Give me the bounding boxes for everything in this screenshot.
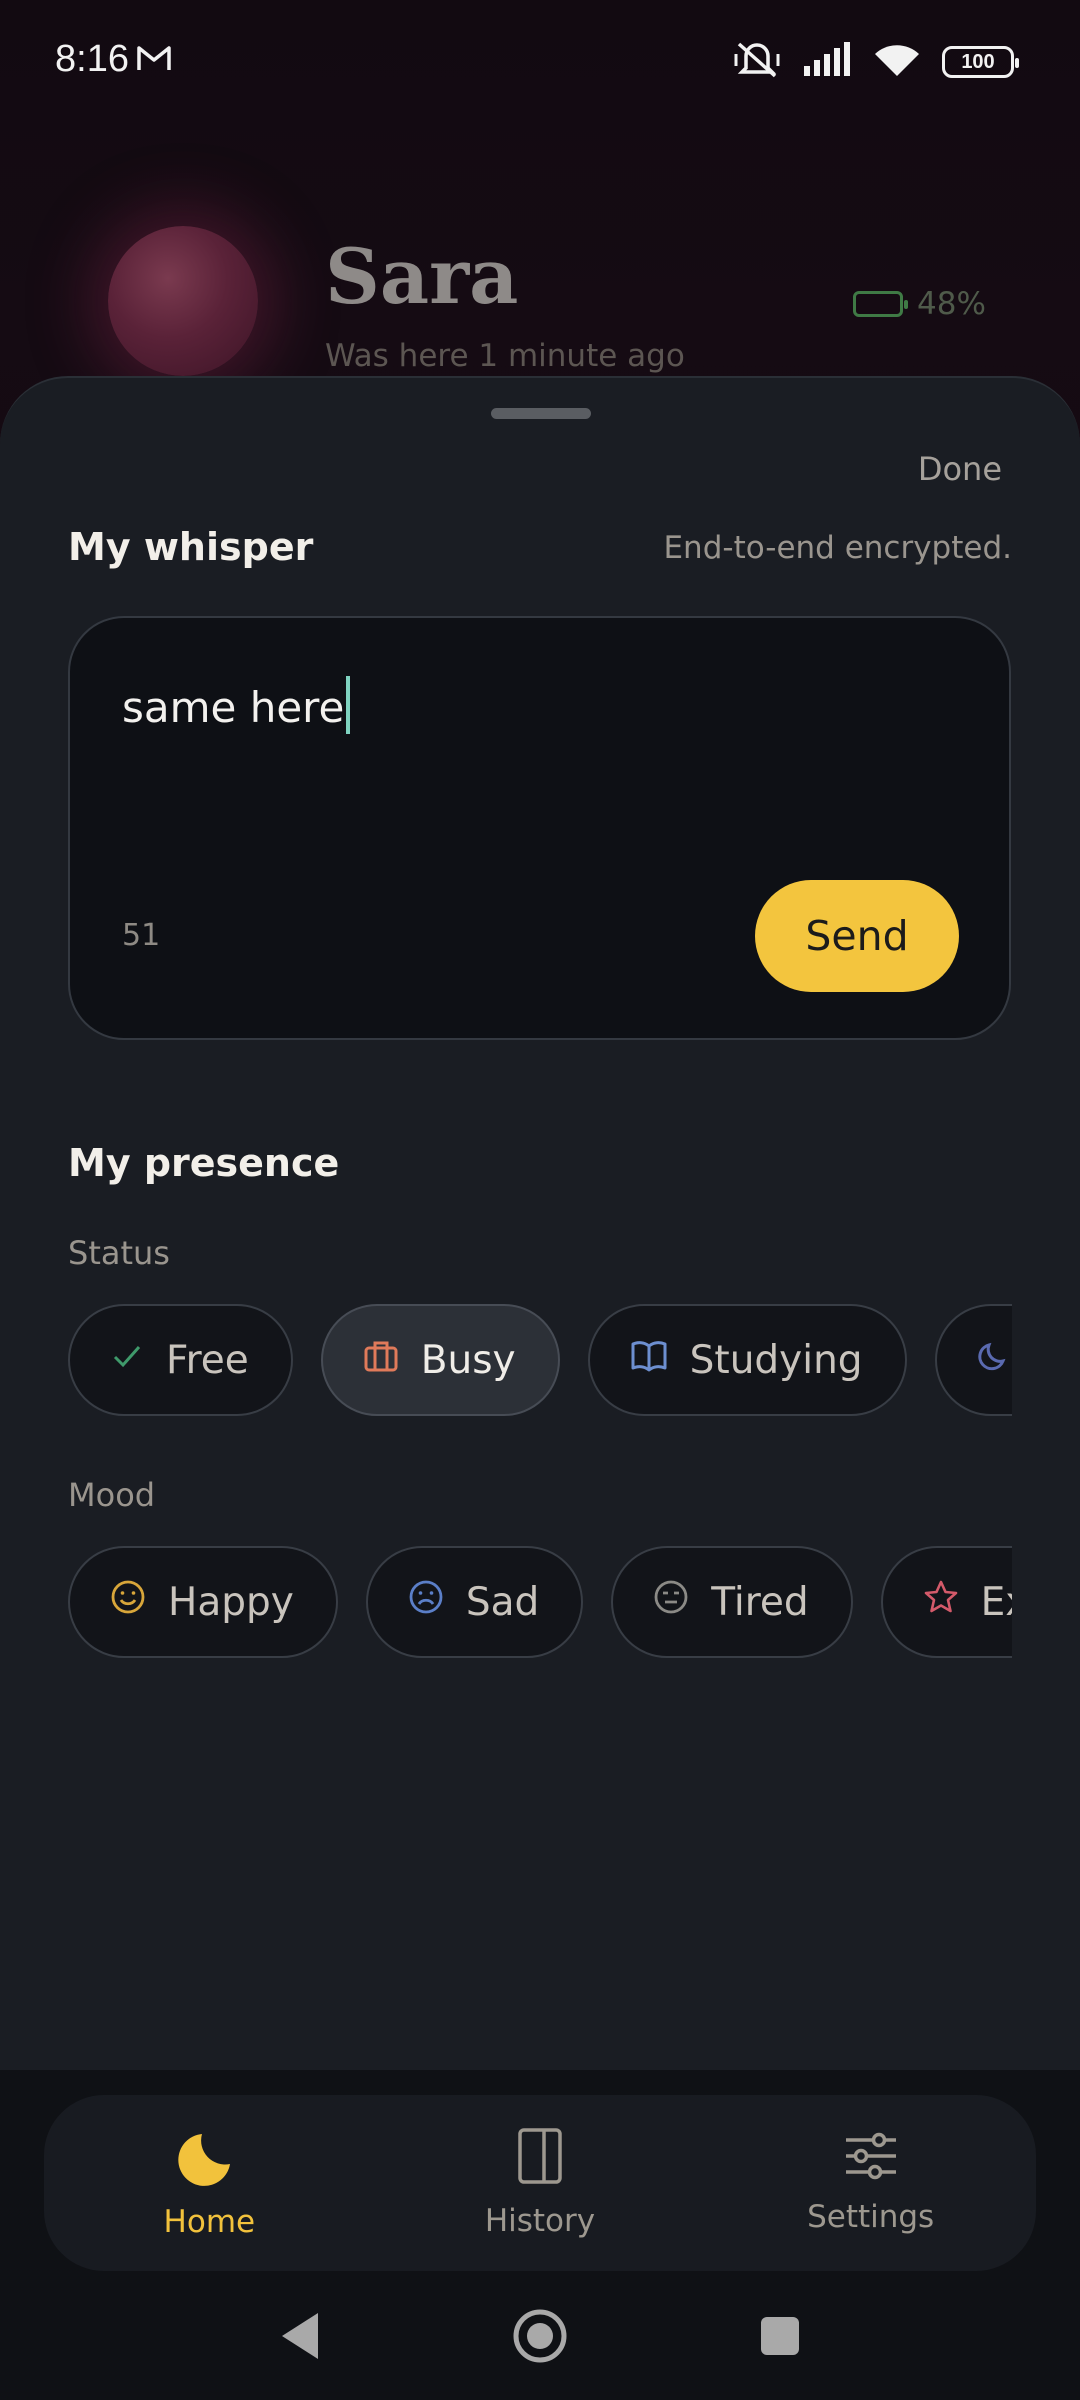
status-label: Status [68,1234,170,1272]
text-caret [346,676,351,734]
nav-item-history[interactable]: History [410,2108,670,2258]
mood-chip-label: Sad [465,1579,540,1625]
status-chip-studying[interactable]: Studying [587,1304,907,1416]
back-icon[interactable] [278,2310,322,2366]
partner-name: Sara [325,232,519,321]
home-circle-icon[interactable] [512,2308,568,2368]
wifi-icon [874,42,920,82]
mood-chip-label: Happy [168,1579,294,1625]
system-navigation [0,2288,1080,2388]
bottom-nav-area: Home History Settings [0,2070,1080,2400]
frown-icon [408,1579,444,1625]
whisper-sheet: Done My whisper End-to-end encrypted. sa… [0,376,1080,2076]
moon-icon [178,2126,240,2194]
nav-item-home[interactable]: Home [79,2108,339,2258]
nav-label-home: Home [163,2204,256,2240]
smile-icon [110,1579,146,1625]
status-chip-label: Free [166,1337,249,1383]
briefcase-icon [363,1338,399,1383]
mood-label: Mood [68,1476,156,1514]
check-icon [110,1338,144,1383]
whisper-input-value: same here [122,683,345,732]
book-icon [630,1338,668,1383]
status-chip-label: Studying [689,1337,863,1383]
send-button[interactable]: Send [755,880,959,992]
nav-label-settings: Settings [807,2199,935,2235]
battery-icon: 100 [942,46,1019,78]
signal-icon [802,42,852,82]
whisper-title: My whisper [68,525,314,569]
gmail-icon [136,44,172,76]
done-button[interactable]: Done [918,450,1002,488]
mood-chip-tired[interactable]: Tired [611,1546,853,1658]
book-icon [516,2127,564,2193]
mood-chip-label: Tired [711,1579,809,1625]
partner-battery-icon [853,291,908,317]
mood-chip-sad[interactable]: Sad [365,1546,584,1658]
whisper-input-box[interactable]: same here 51 Send [68,616,1011,1040]
status-chip-busy[interactable]: Busy [320,1304,560,1416]
mute-vibrate-icon [734,40,780,84]
sliders-icon [843,2131,899,2189]
presence-title: My presence [68,1141,340,1185]
mood-chip-excited[interactable]: Ex [880,1546,1012,1658]
star-icon [923,1579,959,1625]
partner-avatar-orb [108,226,258,376]
whisper-input[interactable]: same here [122,676,351,734]
moon-icon [977,1338,1011,1383]
recents-square-icon[interactable] [758,2314,802,2362]
status-chip-sleeping[interactable] [934,1304,1012,1416]
mood-chip-label: Ex [980,1579,1012,1625]
char-count: 51 [122,918,161,953]
status-bar: 8:16 100 [0,0,1080,128]
status-chip-free[interactable]: Free [68,1304,293,1416]
status-chip-row[interactable]: Free Busy Studying [68,1304,1012,1418]
nav-item-settings[interactable]: Settings [741,2108,1001,2258]
partner-battery-percent: 48% [917,286,986,322]
sheet-drag-handle[interactable] [491,408,591,419]
partner-last-seen: Was here 1 minute ago [325,338,685,374]
partner-battery: 48% [853,286,986,322]
status-chip-label: Busy [420,1337,516,1383]
bottom-nav: Home History Settings [44,2095,1036,2271]
status-time: 8:16 [55,38,129,80]
encryption-note: End-to-end encrypted. [663,530,1012,566]
nav-label-history: History [484,2203,596,2239]
meh-icon [653,1579,689,1625]
mood-chip-row[interactable]: Happy Sad Tired Ex [68,1546,1012,1660]
mood-chip-happy[interactable]: Happy [68,1546,338,1658]
